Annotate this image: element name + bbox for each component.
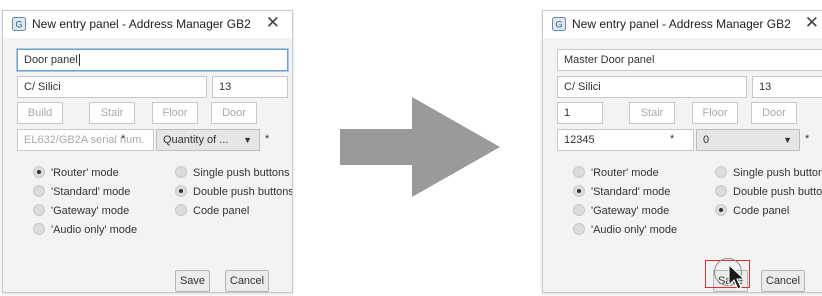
new-entry-panel-window-after: G New entry panel - Address Manager GB2 … [542, 10, 822, 293]
radio-indicator [573, 185, 585, 197]
svg-text:G: G [555, 20, 562, 30]
app-icon: G [552, 17, 566, 31]
radio-indicator [33, 204, 45, 216]
stair-input[interactable]: Stair [89, 102, 135, 124]
radio-indicator [33, 166, 45, 178]
door-input[interactable]: Door [751, 102, 797, 124]
build-input[interactable]: Build [17, 102, 63, 124]
form-body: Master Door panel C/ Silici 13 1 Stair F… [543, 38, 822, 292]
radio-indicator [573, 166, 585, 178]
window-title: New entry panel - Address Manager GB2 [572, 17, 791, 31]
title-bar: G New entry panel - Address Manager GB2 … [543, 11, 822, 37]
serial-number-input[interactable]: EL632/GB2A serial num. [17, 129, 154, 151]
radio-indicator [715, 166, 727, 178]
serial-required-mark: * [670, 133, 675, 145]
radio-indicator [175, 185, 187, 197]
number-input[interactable]: 13 [752, 76, 822, 98]
chevron-down-icon: ▼ [783, 135, 792, 145]
street-input[interactable]: C/ Silici [557, 76, 747, 98]
radio-indicator [175, 204, 187, 216]
radio-indicator [715, 204, 727, 216]
quantity-select[interactable]: 0 ▼ [696, 129, 800, 151]
quantity-select[interactable]: Quantity of ... ▼ [156, 129, 260, 151]
window-title: New entry panel - Address Manager GB2 [32, 17, 251, 31]
serial-required-mark: * [121, 133, 126, 145]
radio-indicator [573, 204, 585, 216]
close-icon[interactable]: ✕ [805, 14, 819, 32]
stair-input[interactable]: Stair [629, 102, 675, 124]
quantity-required-mark: * [805, 133, 810, 145]
radio-indicator [175, 166, 187, 178]
title-bar: G New entry panel - Address Manager GB2 … [3, 11, 292, 37]
quantity-required-mark: * [265, 133, 270, 145]
text-caret [78, 54, 80, 67]
build-input[interactable]: 1 [557, 102, 603, 124]
close-icon[interactable]: ✕ [266, 14, 280, 32]
radio-indicator [715, 185, 727, 197]
number-input[interactable]: 13 [212, 76, 288, 98]
radio-indicator [573, 223, 585, 235]
floor-input[interactable]: Floor [692, 102, 738, 124]
mouse-pointer-icon [728, 264, 746, 290]
panel-name-input[interactable]: Door panel [17, 49, 288, 71]
form-body: Door panel C/ Silici 13 Build Stair Floo… [3, 38, 292, 292]
save-button[interactable]: Save [175, 270, 210, 292]
door-input[interactable]: Door [211, 102, 257, 124]
radio-indicator [33, 185, 45, 197]
cancel-button[interactable]: Cancel [761, 270, 805, 292]
cancel-button[interactable]: Cancel [225, 270, 269, 292]
app-icon: G [12, 17, 26, 31]
chevron-down-icon: ▼ [243, 135, 252, 145]
right-arrow-icon [340, 97, 500, 197]
new-entry-panel-window-before: G New entry panel - Address Manager GB2 … [2, 10, 293, 293]
svg-text:G: G [15, 20, 22, 30]
street-input[interactable]: C/ Silici [17, 76, 207, 98]
radio-indicator [33, 223, 45, 235]
panel-name-input[interactable]: Master Door panel [557, 49, 822, 71]
floor-input[interactable]: Floor [152, 102, 198, 124]
